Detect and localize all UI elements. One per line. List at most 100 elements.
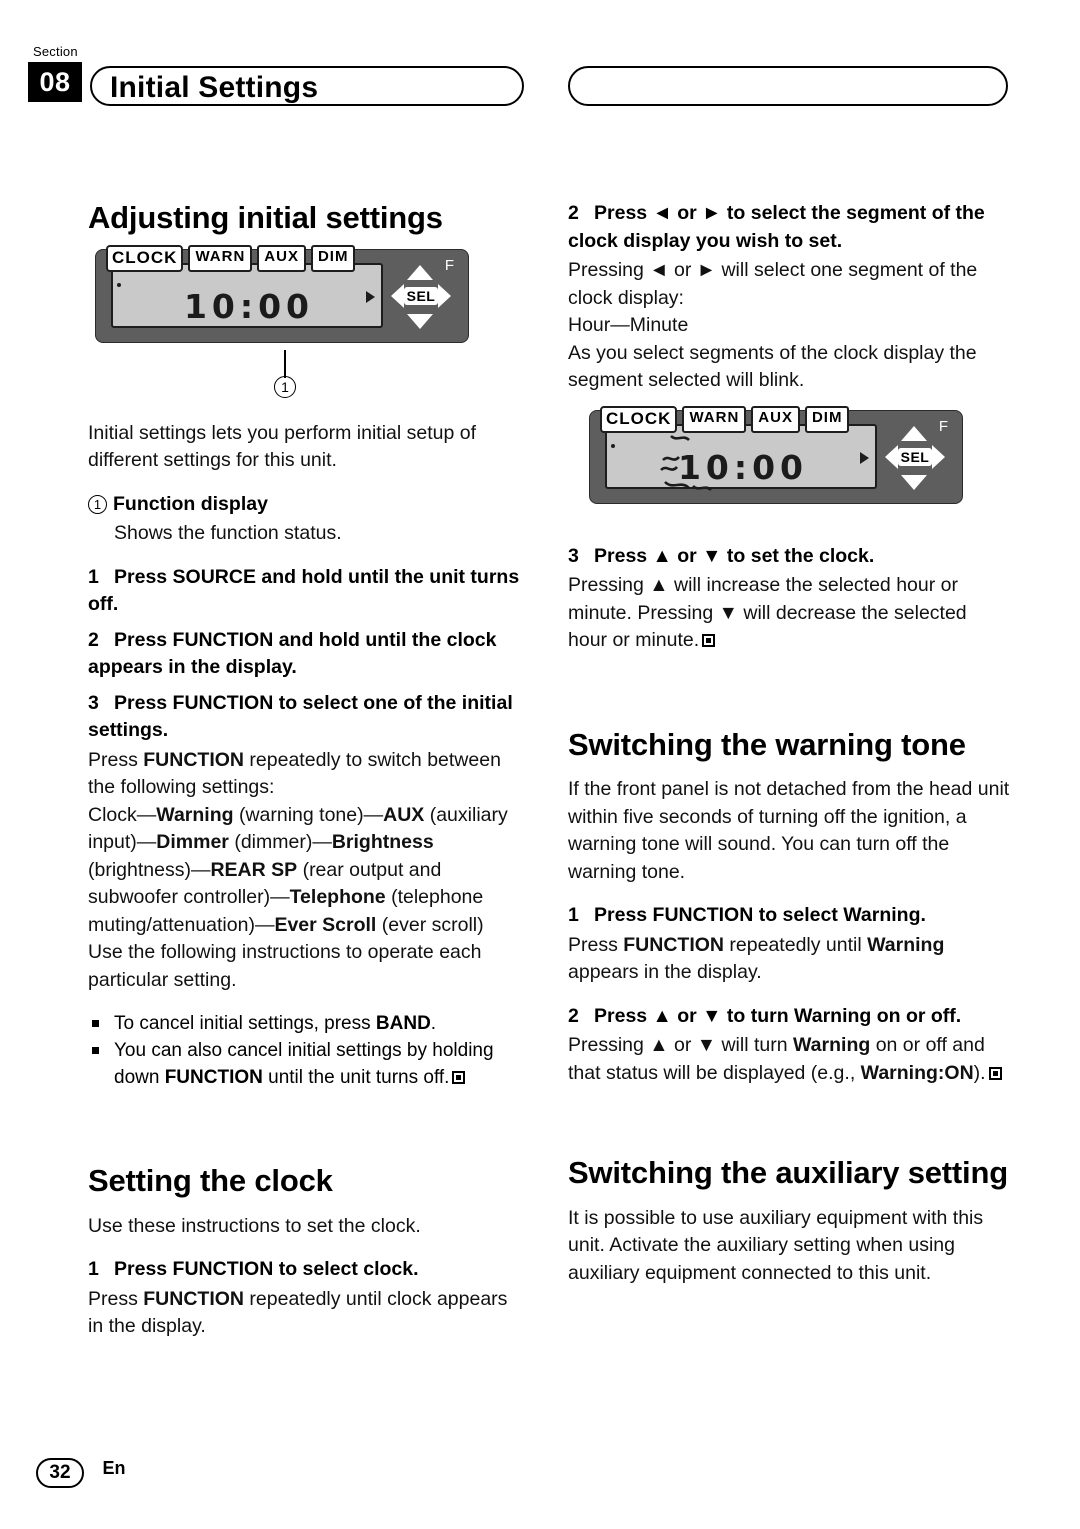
tag-dim: DIM bbox=[804, 405, 850, 433]
settings-chain-part-0: Clock— bbox=[88, 803, 157, 826]
right-step-2-text: Press ◄ or ► to select the segment of th… bbox=[568, 202, 985, 252]
dpad-up-icon bbox=[407, 264, 433, 280]
bullet-1-pre: To cancel initial settings, press bbox=[114, 1013, 376, 1035]
circle-number-1: 1 bbox=[88, 494, 107, 514]
page-header: Section 08 Initial Settings bbox=[0, 0, 1080, 120]
tag-clock: CLOCK bbox=[600, 405, 678, 433]
display-right-arrow-icon bbox=[860, 451, 869, 464]
warning-step-2-number: 2 bbox=[568, 1004, 579, 1027]
step-3: 3 Press FUNCTION to select one of the ini… bbox=[88, 690, 520, 745]
unit-dpad-graphic: F SEL bbox=[387, 257, 455, 333]
left-column: Adjusting initial settings 10:00 CLOCK W… bbox=[88, 200, 520, 1349]
w2-pre: Pressing ▲ or ▼ will turn bbox=[568, 1034, 793, 1057]
warning-step-1-number: 1 bbox=[568, 904, 579, 927]
right-step-2-block: 2 Press ◄ or ► to select the segment of t… bbox=[568, 200, 1010, 395]
right-step-3-body-text: Pressing ▲ will increase the selected ho… bbox=[568, 574, 967, 651]
unit-dpad-graphic-2: F SEL bbox=[881, 418, 949, 494]
settings-chain-part-14: (ever scroll) bbox=[376, 913, 484, 936]
tag-dim: DIM bbox=[310, 244, 356, 272]
bullet-cancel-by-holding: You can also cancel initial settings by … bbox=[88, 1037, 520, 1091]
callout-number-1: 1 bbox=[274, 375, 296, 398]
step-3-body-function: FUNCTION bbox=[143, 748, 245, 771]
heading-setting-the-clock: Setting the clock bbox=[88, 1163, 333, 1199]
step-2: 2 Press FUNCTION and hold until the clock… bbox=[88, 627, 520, 682]
step-3-number: 3 bbox=[88, 691, 99, 714]
clock-step-1-block: 1 Press FUNCTION to select clock. Press F… bbox=[88, 1256, 520, 1341]
w2-post: ). bbox=[973, 1061, 986, 1084]
w1-mid: repeatedly until bbox=[724, 933, 868, 956]
step-1-block: 1 Press SOURCE and hold until the unit tu… bbox=[88, 564, 520, 619]
unit-display-screen: 10:00 bbox=[111, 262, 383, 328]
warning-step-2-text: Press ▲ or ▼ to turn Warning on or off. bbox=[594, 1004, 962, 1027]
bullet-1-band: BAND bbox=[375, 1013, 431, 1035]
car-stereo-unit-graphic: 10:00 CLOCK WARN AUX DIM F SEL bbox=[96, 244, 468, 342]
settings-chain-part-8: (brightness)— bbox=[88, 858, 211, 881]
callout-leader-line bbox=[284, 349, 286, 378]
right-column: 2 Press ◄ or ► to select the segment of t… bbox=[568, 200, 1010, 1303]
display-time-value: 10:00 bbox=[183, 286, 315, 326]
tag-aux: AUX bbox=[257, 244, 306, 272]
settings-chain-part-7: Brightness bbox=[331, 831, 434, 854]
warning-step-2: 2 Press ▲ or ▼ to turn Warning on or off. bbox=[568, 1003, 1010, 1031]
right-step-2-body-a: Pressing ◄ or ► will select one segment … bbox=[568, 259, 978, 309]
section-number-badge: 08 bbox=[28, 62, 82, 102]
warning-tone-body: If the front panel is not detached from … bbox=[568, 778, 1010, 883]
warning-step-1-body: Press FUNCTION repeatedly until Warning … bbox=[568, 932, 1010, 987]
function-display-title: 1 Function display bbox=[88, 491, 520, 519]
settings-chain-part-11: Telephone bbox=[289, 886, 386, 909]
auxiliary-setting-body: It is possible to use auxiliary equipmen… bbox=[568, 1206, 984, 1284]
settings-chain-part-3: AUX bbox=[383, 803, 425, 826]
settings-chain-part-13: Ever Scroll bbox=[274, 913, 377, 936]
dpad-sel-label: SEL bbox=[403, 286, 439, 305]
bullet-square-icon bbox=[92, 1020, 99, 1028]
right-step-2-number: 2 bbox=[568, 202, 579, 224]
warning-step-1: 1 Press FUNCTION to select Warning. bbox=[568, 902, 1010, 930]
step-2-text: Press FUNCTION and hold until the clock … bbox=[88, 628, 497, 679]
clock-step-1-body-pre: Press bbox=[88, 1287, 144, 1310]
settings-chain-part-9: REAR SP bbox=[210, 858, 298, 881]
tag-warn: WARN bbox=[188, 244, 253, 272]
right-step-3-text: Press ▲ or ▼ to set the clock. bbox=[594, 544, 875, 567]
dpad-left-icon bbox=[884, 444, 898, 469]
page-title: Initial Settings bbox=[110, 71, 319, 104]
warning-step-2-body: Pressing ▲ or ▼ will turn Warning on or … bbox=[568, 1032, 1010, 1087]
step-2-block: 2 Press FUNCTION and hold until the clock… bbox=[88, 627, 520, 682]
settings-chain-part-6: (dimmer)— bbox=[228, 831, 332, 854]
dpad-down-icon bbox=[901, 474, 927, 490]
end-of-section-marker bbox=[988, 1066, 1002, 1080]
dpad-up-icon bbox=[901, 425, 927, 441]
step-3-body: Press FUNCTION repeatedly to switch betw… bbox=[88, 747, 520, 802]
bullet-2-function: FUNCTION bbox=[164, 1067, 263, 1089]
clock-step-1-body: Press FUNCTION repeatedly until clock ap… bbox=[88, 1286, 520, 1341]
right-step-3-block: 3 Press ▲ or ▼ to set the clock. Pressing… bbox=[568, 543, 1010, 655]
car-stereo-unit-graphic-blinking: 10:00 CLOCK WARN AUX DIM F SEL bbox=[590, 405, 962, 503]
w1-warning: Warning bbox=[867, 933, 945, 956]
dpad-sel-label: SEL bbox=[897, 447, 933, 466]
tag-clock: CLOCK bbox=[106, 244, 184, 272]
unit-illustration-2: 10:00 CLOCK WARN AUX DIM F SEL bbox=[568, 405, 1010, 521]
step-1-number: 1 bbox=[88, 565, 99, 588]
w2-warning-on: Warning:ON bbox=[860, 1061, 974, 1084]
function-display-label: Function display bbox=[113, 492, 268, 515]
right-step-2-body-b: Hour—Minute bbox=[568, 314, 689, 336]
right-step-3-number: 3 bbox=[568, 544, 579, 567]
clock-step-1: 1 Press FUNCTION to select clock. bbox=[88, 1256, 520, 1284]
heading-switching-warning-tone: Switching the warning tone bbox=[568, 726, 966, 762]
w1-function: FUNCTION bbox=[623, 933, 725, 956]
w2-warning: Warning bbox=[793, 1034, 871, 1057]
bullet-square-icon bbox=[92, 1047, 99, 1055]
header-pill-right bbox=[568, 66, 1008, 106]
w1-post: appears in the display. bbox=[568, 961, 762, 984]
dpad-down-icon bbox=[407, 313, 433, 329]
settings-chain-part-5: Dimmer bbox=[156, 831, 229, 854]
dpad-right-icon bbox=[932, 444, 946, 469]
right-step-2-body-c: As you select segments of the clock disp… bbox=[568, 341, 977, 392]
page-footer: 32 En bbox=[36, 1458, 125, 1488]
heading-switching-auxiliary-setting: Switching the auxiliary setting bbox=[568, 1155, 1008, 1191]
tag-warn: WARN bbox=[682, 405, 747, 433]
step-3-block: 3 Press FUNCTION to select one of the ini… bbox=[88, 690, 520, 1092]
right-step-3-body: Pressing ▲ will increase the selected ho… bbox=[568, 572, 1010, 655]
step-3-body-pre: Press bbox=[88, 748, 144, 771]
page-number-badge: 32 bbox=[36, 1458, 84, 1488]
display-indicator-tags: CLOCK WARN AUX DIM bbox=[106, 244, 356, 272]
